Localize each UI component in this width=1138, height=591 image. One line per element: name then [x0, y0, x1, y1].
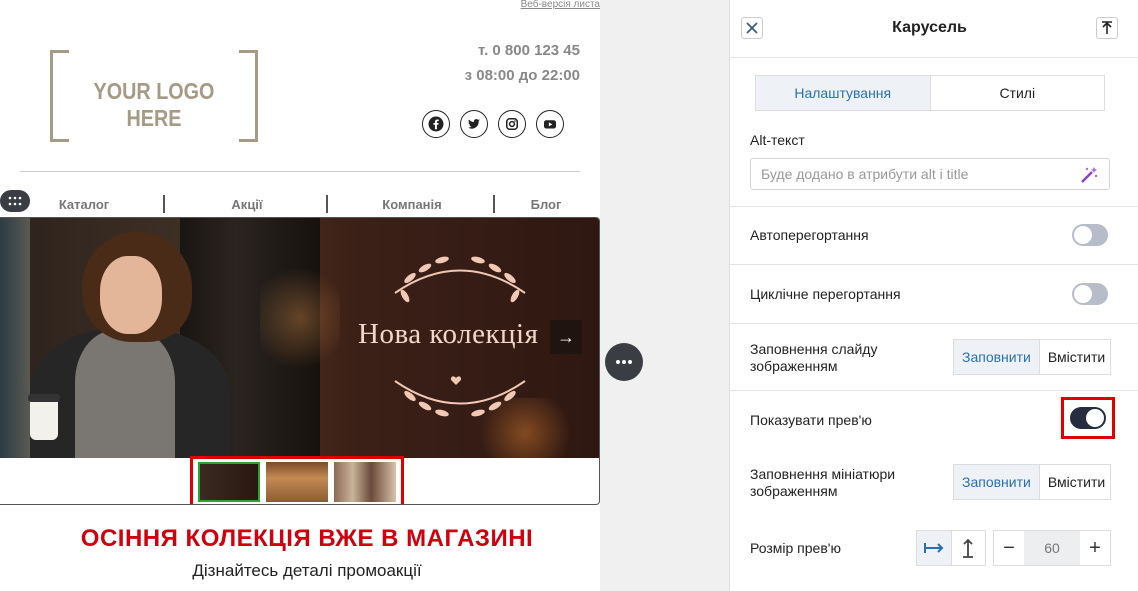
slide-bg-shape — [75, 330, 175, 458]
facebook-icon[interactable] — [422, 110, 450, 138]
social-icons — [422, 110, 564, 138]
slide-bg-shape — [0, 218, 30, 458]
phone-number: т. 0 800 123 45 — [478, 42, 580, 59]
alt-text-placeholder: Буде додано в атрибути alt і title — [761, 166, 969, 182]
nav-item-promotions[interactable]: Акції — [192, 197, 302, 212]
thumb-fill-label: Заповнення мініатюри зображенням — [750, 466, 896, 499]
preview-size-dimension — [916, 530, 986, 566]
web-version-link[interactable]: Веб-версія листа — [470, 0, 600, 10]
slide-bg-shape — [260, 258, 340, 378]
twitter-icon[interactable] — [460, 110, 488, 138]
toggle-knob — [1086, 409, 1104, 427]
header-divider — [20, 171, 580, 172]
promo-title: ОСІННЯ КОЛЕКЦІЯ ВЖЕ В МАГАЗИНІ — [80, 525, 534, 552]
email-canvas: Веб-версія листа YOUR LOGO HERE т. 0 800… — [0, 0, 600, 591]
carousel-thumbnail-1[interactable] — [198, 462, 260, 502]
width-arrow-icon[interactable] — [917, 531, 952, 565]
tab-settings[interactable]: Налаштування — [756, 76, 931, 110]
panel-title: Карусель — [892, 19, 967, 36]
preview-size-label: Розмір прев'ю — [750, 540, 841, 556]
carousel-block[interactable]: Нова колекція → — [0, 217, 600, 505]
youtube-icon[interactable] — [536, 110, 564, 138]
move-up-icon[interactable] — [1096, 17, 1118, 39]
toggle-knob — [1074, 285, 1092, 303]
carousel-settings-panel: Карусель Налаштування Стилі Alt-текст Бу… — [729, 0, 1138, 591]
logo-text: YOUR LOGO HERE — [93, 78, 215, 131]
section-divider — [730, 323, 1138, 324]
section-divider — [730, 390, 1138, 391]
section-divider — [730, 264, 1138, 265]
thumb-fill-option-contain[interactable]: Вмістити — [1040, 465, 1113, 499]
preview-size-stepper: − 60 + — [993, 530, 1111, 566]
alt-text-label: Alt-текст — [750, 132, 805, 148]
slide-fill-label: Заповнення слайду зображенням — [750, 341, 878, 374]
height-arrow-icon[interactable] — [952, 531, 986, 565]
thumb-fill-option-fill[interactable]: Заповнити — [954, 465, 1040, 499]
nav-item-company[interactable]: Компанія — [356, 197, 468, 212]
increment-button[interactable]: + — [1080, 531, 1110, 565]
loop-label: Циклічне перегортання — [750, 286, 901, 302]
nav-separator — [326, 195, 328, 213]
alt-text-field[interactable]: Буде додано в атрибути alt і title — [750, 158, 1110, 190]
more-options-icon[interactable] — [605, 343, 643, 381]
instagram-icon[interactable] — [498, 110, 526, 138]
slide-bg-shape — [30, 398, 58, 440]
magic-wand-icon[interactable] — [1079, 165, 1099, 185]
panel-tabs: Налаштування Стилі — [755, 75, 1105, 111]
carousel-thumbnail-3[interactable] — [334, 462, 396, 502]
slide-bg-shape — [100, 256, 162, 334]
working-hours: з 08:00 до 22:00 — [464, 67, 580, 84]
logo-placeholder[interactable]: YOUR LOGO HERE — [50, 50, 258, 142]
promo-subtitle: Дізнайтесь деталі промоакції — [192, 561, 422, 580]
nav-separator — [163, 195, 165, 213]
tab-styles[interactable]: Стилі — [931, 76, 1105, 110]
panel-header: Карусель — [730, 0, 1138, 58]
autoplay-label: Автоперегортання — [750, 227, 869, 243]
section-divider — [730, 206, 1138, 207]
toggle-knob — [1074, 226, 1092, 244]
slide-title: Нова колекція — [358, 318, 539, 350]
block-drag-handle-icon[interactable] — [0, 190, 30, 212]
wreath-decoration-icon — [394, 256, 526, 303]
preview-size-value[interactable]: 60 — [1024, 531, 1080, 565]
nav-separator — [493, 195, 495, 213]
carousel-slide-image: Нова колекція → — [0, 218, 599, 458]
decrement-button[interactable]: − — [994, 531, 1024, 565]
show-preview-label: Показувати прев'ю — [750, 412, 872, 428]
nav-item-blog[interactable]: Блог — [510, 197, 582, 212]
email-nav-menu: Каталог Акції Компанія Блог — [0, 193, 600, 217]
autoplay-toggle[interactable] — [1072, 224, 1108, 246]
carousel-thumbnails — [190, 456, 404, 504]
thumb-fill-segmented: Заповнити Вмістити — [953, 464, 1111, 500]
slide-bg-shape — [28, 394, 60, 402]
contact-block: т. 0 800 123 45 з 08:00 до 22:00 — [400, 38, 580, 88]
slide-fill-option-fill[interactable]: Заповнити — [954, 340, 1040, 374]
carousel-thumbnail-2[interactable] — [266, 462, 328, 502]
slide-fill-option-contain[interactable]: Вмістити — [1040, 340, 1113, 374]
slide-fill-segmented: Заповнити Вмістити — [953, 339, 1111, 375]
wreath-decoration-icon — [394, 376, 526, 417]
loop-toggle[interactable] — [1072, 283, 1108, 305]
nav-item-catalog[interactable]: Каталог — [30, 197, 138, 212]
carousel-next-arrow-icon[interactable]: → — [550, 320, 582, 354]
show-preview-toggle[interactable] — [1070, 407, 1106, 429]
